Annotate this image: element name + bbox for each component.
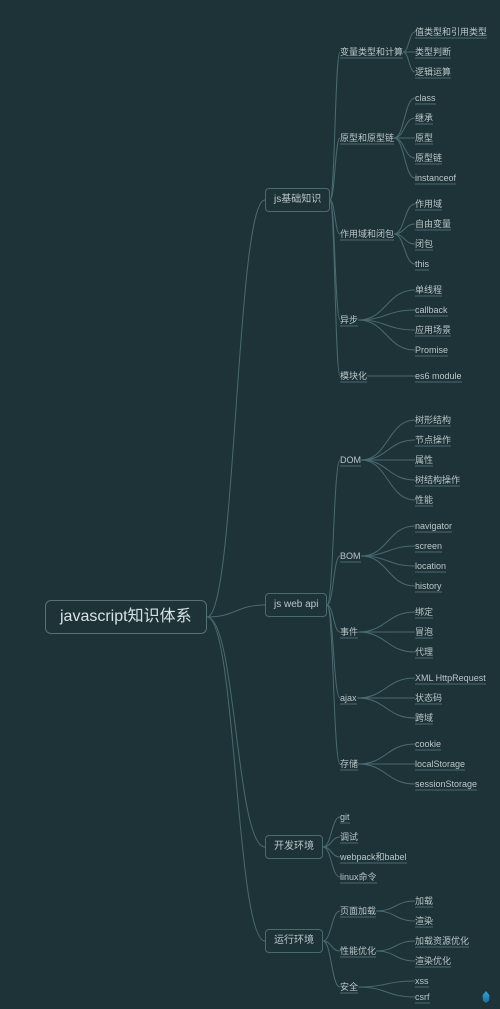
l3-node: instanceof bbox=[415, 172, 456, 184]
l3-node: callback bbox=[415, 304, 448, 316]
l3-node: XML HttpRequest bbox=[415, 672, 486, 684]
l3-node: localStorage bbox=[415, 758, 465, 770]
l3-node: 属性 bbox=[415, 454, 433, 466]
l3-node: 类型判断 bbox=[415, 46, 451, 58]
watermark bbox=[481, 991, 494, 1003]
flame-icon bbox=[481, 991, 491, 1003]
l1-js-web-api: js web api bbox=[265, 593, 327, 617]
l3-node: 加载 bbox=[415, 895, 433, 907]
l2-node: DOM bbox=[340, 454, 361, 466]
l3-node: 闭包 bbox=[415, 238, 433, 250]
l3-node: 渲染 bbox=[415, 915, 433, 927]
l3-node: 继承 bbox=[415, 112, 433, 124]
l2-node: 安全 bbox=[340, 981, 358, 993]
l3-node: 冒泡 bbox=[415, 626, 433, 638]
l3-node: 单线程 bbox=[415, 284, 442, 296]
l3-node: 自由变量 bbox=[415, 218, 451, 230]
l2-node: 页面加载 bbox=[340, 905, 376, 917]
l3-node: 节点操作 bbox=[415, 434, 451, 446]
l3-node: this bbox=[415, 258, 429, 270]
l3-node: 作用域 bbox=[415, 198, 442, 210]
l3-node: navigator bbox=[415, 520, 452, 532]
root-node: javascript知识体系 bbox=[45, 600, 207, 634]
l2-node: BOM bbox=[340, 550, 361, 562]
l1-dev-env: 开发环境 bbox=[265, 835, 323, 859]
l2-node: linux命令 bbox=[340, 871, 377, 883]
l2-node: 存储 bbox=[340, 758, 358, 770]
l1-runtime-env: 运行环境 bbox=[265, 929, 323, 953]
l3-node: 原型链 bbox=[415, 152, 442, 164]
l2-node: 调试 bbox=[340, 831, 358, 843]
l3-node: 原型 bbox=[415, 132, 433, 144]
l3-node: sessionStorage bbox=[415, 778, 477, 790]
l3-node: 跨域 bbox=[415, 712, 433, 724]
l2-node: git bbox=[340, 811, 350, 823]
l3-node: 树形结构 bbox=[415, 414, 451, 426]
l2-node: 事件 bbox=[340, 626, 358, 638]
l1-js-basics: js基础知识 bbox=[265, 188, 330, 212]
l2-node: webpack和babel bbox=[340, 851, 407, 863]
l3-node: 状态码 bbox=[415, 692, 442, 704]
l3-node: location bbox=[415, 560, 446, 572]
l3-node: 代理 bbox=[415, 646, 433, 658]
l3-node: 应用场景 bbox=[415, 324, 451, 336]
l3-node: cookie bbox=[415, 738, 441, 750]
l2-node: 性能优化 bbox=[340, 945, 376, 957]
l3-node: history bbox=[415, 580, 442, 592]
l2-node: 作用域和闭包 bbox=[340, 228, 394, 240]
l2-node: ajax bbox=[340, 692, 357, 704]
l3-node: 加载资源优化 bbox=[415, 935, 469, 947]
l2-node: 变量类型和计算 bbox=[340, 46, 403, 58]
l2-node: 原型和原型链 bbox=[340, 132, 394, 144]
l3-node: class bbox=[415, 92, 436, 104]
l3-node: es6 module bbox=[415, 370, 462, 382]
l3-node: Promise bbox=[415, 344, 448, 356]
l3-node: csrf bbox=[415, 991, 430, 1003]
l3-node: 逻辑运算 bbox=[415, 66, 451, 78]
l2-node: 异步 bbox=[340, 314, 358, 326]
l3-node: 性能 bbox=[415, 494, 433, 506]
l3-node: 值类型和引用类型 bbox=[415, 26, 487, 38]
l3-node: 绑定 bbox=[415, 606, 433, 618]
l3-node: screen bbox=[415, 540, 442, 552]
l3-node: 渲染优化 bbox=[415, 955, 451, 967]
root-label: javascript知识体系 bbox=[60, 608, 192, 625]
l2-node: 模块化 bbox=[340, 370, 367, 382]
l3-node: 树结构操作 bbox=[415, 474, 460, 486]
l3-node: xss bbox=[415, 975, 429, 987]
mindmap-canvas: javascript知识体系 js基础知识 js web api 开发环境 运行… bbox=[0, 0, 500, 1009]
